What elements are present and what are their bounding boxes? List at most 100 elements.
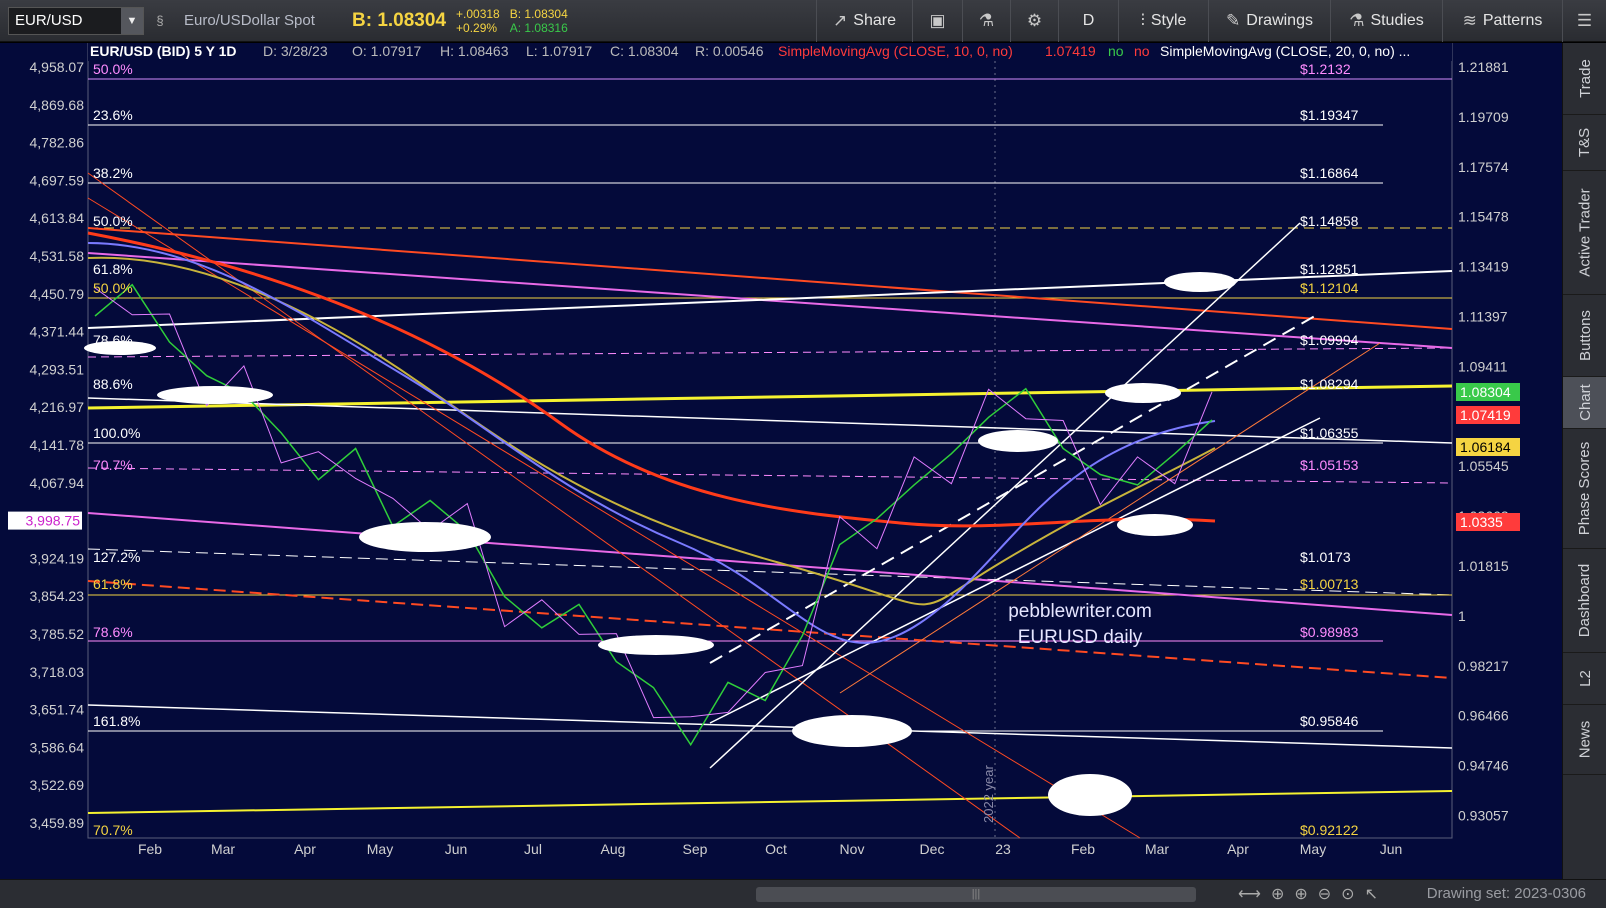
header-high: H: 1.08463 <box>440 43 509 59</box>
fib-price-label: $0.92122 <box>1300 822 1359 838</box>
tab-level2[interactable]: L2 <box>1563 653 1606 705</box>
fib-level-label: 78.6% <box>93 624 133 640</box>
ask-small: A: 1.08316 <box>509 20 568 35</box>
tab-trade[interactable]: Trade <box>1563 43 1606 115</box>
fib-price-label: $1.00713 <box>1300 576 1359 592</box>
pencil-icon: ✎ <box>1226 10 1241 30</box>
period-button[interactable]: D <box>1058 0 1118 42</box>
studies-label: Studies <box>1370 11 1424 29</box>
cursor-icon[interactable]: ↖ <box>1365 886 1388 903</box>
bottom-bar: ||| ⟷⊕⊕⊖⊙↖ Drawing set: 2023-0306 <box>0 879 1606 908</box>
time-tick-label: Nov <box>840 841 865 857</box>
share-button[interactable]: ↗ Share <box>816 0 912 42</box>
style-button[interactable]: ⫶ Style <box>1118 0 1208 42</box>
right-tick-label: 1.13419 <box>1458 259 1509 275</box>
tab-news[interactable]: News <box>1563 705 1606 775</box>
studies-button[interactable]: ⚗ Studies <box>1330 0 1442 42</box>
fib-level-label: 50.0% <box>93 213 133 229</box>
right-tick-label: 0.93057 <box>1458 808 1509 824</box>
fib-price-label: $1.09994 <box>1300 332 1359 348</box>
fib-price-label: $0.98983 <box>1300 624 1359 640</box>
left-tick-label: 3,459.89 <box>30 815 85 831</box>
right-tick-label: 0.98217 <box>1458 658 1509 674</box>
left-tick-label: 4,216.97 <box>30 399 85 415</box>
left-tick-label: 3,998.75 <box>26 513 81 529</box>
time-tick-label: Mar <box>211 841 235 857</box>
zoom-out-icon[interactable]: ⊖ <box>1318 886 1341 903</box>
time-tick-label: Jun <box>1380 841 1403 857</box>
time-tick-label: 23 <box>995 841 1011 857</box>
fib-price-label: $1.14858 <box>1300 213 1359 229</box>
zoom-controls: ⟷⊕⊕⊖⊙↖ <box>1238 884 1388 904</box>
chevron-down-icon[interactable]: ▼ <box>121 7 143 34</box>
left-tick-label: 3,522.69 <box>30 777 85 793</box>
fib-level-label: 61.8% <box>93 576 133 592</box>
chart-scrollbar[interactable]: ||| <box>756 887 1196 902</box>
link-icon[interactable]: § <box>150 13 170 28</box>
menu-button[interactable]: ☰ <box>1562 0 1606 42</box>
right-sidebar: Trade T&S Active Trader Buttons Chart Ph… <box>1562 43 1606 879</box>
drawings-button[interactable]: ✎ Drawings <box>1208 0 1330 42</box>
fib-level-label: 88.6% <box>93 376 133 392</box>
window-icon: ▣ <box>929 10 946 30</box>
time-tick-label: Sep <box>683 841 708 857</box>
fib-level-label: 50.0% <box>93 280 133 296</box>
left-tick-label: 4,958.07 <box>30 59 85 75</box>
right-price-badge-text: 1.08304 <box>1460 384 1511 400</box>
header-sma10: SimpleMovingAvg (CLOSE, 10, 0, no) <box>778 43 1013 59</box>
right-price-badge-text: 1.06184 <box>1460 439 1511 455</box>
pct-change: +0.29% <box>456 20 498 35</box>
fib-price-label: $1.0173 <box>1300 549 1351 565</box>
share-label: Share <box>853 11 896 29</box>
right-tick-label: 1.09411 <box>1458 358 1508 374</box>
settings-button[interactable]: ⚙ <box>1010 0 1058 42</box>
time-tick-label: Feb <box>1071 841 1095 857</box>
header-range: R: 0.00546 <box>695 43 764 59</box>
pan-icon[interactable]: ⟷ <box>1238 886 1271 903</box>
tab-dashboard[interactable]: Dashboard <box>1563 549 1606 653</box>
left-tick-label: 4,450.79 <box>30 286 85 302</box>
left-tick-label: 3,651.74 <box>30 702 85 718</box>
tab-chart[interactable]: Chart <box>1563 377 1606 429</box>
tab-time-and-sales[interactable]: T&S <box>1563 115 1606 171</box>
header-sma10-value: 1.07419 <box>1045 43 1096 59</box>
time-tick-label: May <box>1300 841 1326 857</box>
share-icon: ↗ <box>833 10 848 30</box>
left-tick-label: 3,854.23 <box>30 588 85 604</box>
tab-buttons[interactable]: Buttons <box>1563 295 1606 377</box>
right-tick-label: 1.21881 <box>1458 59 1509 75</box>
studies-lab-button[interactable]: ⚗ <box>962 0 1010 42</box>
right-tick-label: 1 <box>1458 608 1466 624</box>
tab-phase-scores[interactable]: Phase Scores <box>1563 429 1606 549</box>
chart-canvas[interactable]: pebblewriter.com EURUSD daily 2022 year … <box>0 42 1562 879</box>
candle-icon: ⫶ <box>1140 10 1145 30</box>
left-tick-label: 3,924.19 <box>30 550 85 566</box>
top-toolbar: EUR/USD ▼ § Euro/USDollar Spot B: 1.0830… <box>0 0 1606 42</box>
flask-icon: ⚗ <box>1349 10 1365 30</box>
time-tick-label: Apr <box>294 841 316 857</box>
watermark-title: EURUSD daily <box>1018 627 1143 648</box>
time-tick-label: Jul <box>524 841 542 857</box>
symbol-text: EUR/USD <box>15 12 83 29</box>
left-tick-label: 4,293.51 <box>30 361 85 377</box>
chart-settings-button[interactable]: ▣ <box>912 0 962 42</box>
patterns-button[interactable]: ≋ Patterns <box>1442 0 1562 42</box>
zoom-reset-icon[interactable]: ⊙ <box>1341 886 1364 903</box>
symbol-input[interactable]: EUR/USD ▼ <box>8 6 144 35</box>
left-tick-label: 4,782.86 <box>30 135 85 151</box>
time-tick-label: Apr <box>1227 841 1249 857</box>
left-tick-label: 4,371.44 <box>30 324 85 340</box>
change-block: +.00318 +0.29% <box>456 7 500 35</box>
time-tick-label: May <box>367 841 393 857</box>
zoom-in-icon[interactable]: ⊕ <box>1294 886 1317 903</box>
crosshair-icon[interactable]: ⊕ <box>1271 886 1294 903</box>
time-tick-label: Aug <box>601 841 626 857</box>
drawings-label: Drawings <box>1246 11 1313 29</box>
fib-price-label: $1.2132 <box>1300 61 1351 77</box>
menu-icon: ☰ <box>1576 10 1593 30</box>
patterns-label: Patterns <box>1482 11 1543 29</box>
chart-header: EUR/USD (BID) 5 Y 1D D: 3/28/23 O: 1.079… <box>88 43 1452 61</box>
tab-active-trader[interactable]: Active Trader <box>1563 171 1606 295</box>
gear-icon: ⚙ <box>1026 10 1043 30</box>
price-chart[interactable]: pebblewriter.com EURUSD daily 2022 year … <box>0 42 1562 908</box>
